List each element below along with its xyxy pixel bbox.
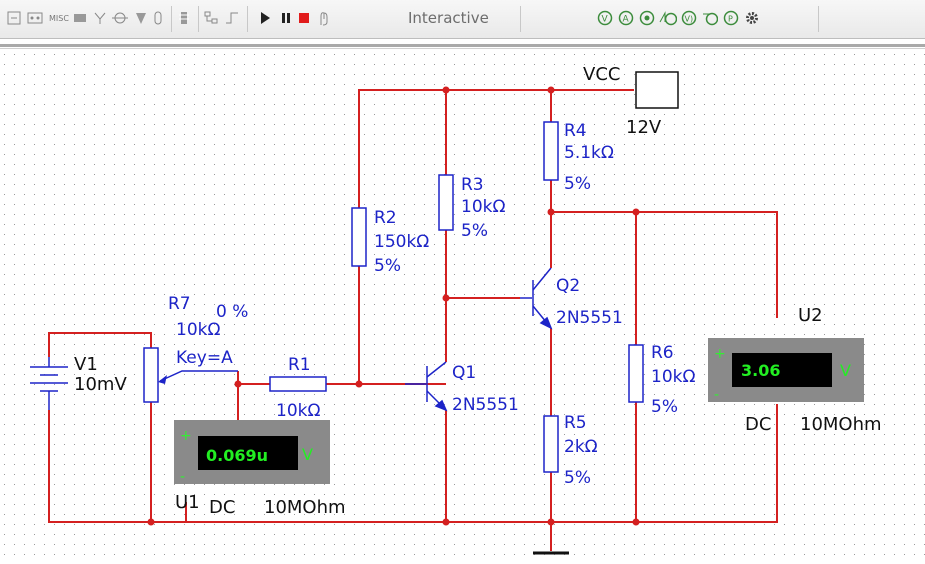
wattmeter-icon[interactable] [638,8,656,28]
r4-resistor[interactable] [543,121,559,181]
q1-label: Q1 [452,363,476,383]
r7-label: R7 [168,294,191,314]
svg-text:V: V [602,15,609,25]
interactive-icon [316,8,330,28]
r3-tolerance: 5% [461,221,488,241]
r5-resistor[interactable] [543,415,559,473]
transistor-icon[interactable] [133,8,149,28]
u2-multimeter[interactable]: 3.06 V + - [708,338,864,403]
r1-resistor[interactable] [269,376,327,392]
bus-icon[interactable] [177,8,191,28]
oscilloscope-icon[interactable] [659,8,677,28]
u1-impedance: 10MOhm [264,497,346,518]
r4-tolerance: 5% [564,174,591,194]
antenna-icon[interactable] [92,8,108,28]
q2-label: Q2 [556,276,580,296]
toolbar: MISC Interactive V A V) P [0,0,925,39]
capacitor-icon[interactable] [152,8,164,28]
u2-label: U2 [798,305,823,326]
u1-plus: + [180,428,192,444]
u2-plus: + [714,346,726,362]
u2-minus: - [714,387,719,403]
svg-text:A: A [623,15,630,25]
u2-mode: DC [745,414,771,435]
schematic-canvas[interactable]: VCC 12V V1 10mV R7 0 % 10kΩ Key=A R1 10k… [0,49,925,560]
svg-text:V): V) [685,15,694,24]
pause-button[interactable] [279,8,293,28]
component-bin-icon[interactable] [6,8,22,28]
r4-value: 5.1kΩ [564,143,614,163]
r1-value: 10kΩ [276,401,320,421]
r6-value: 10kΩ [651,367,695,387]
r7-value: 10kΩ [176,320,220,340]
r3-resistor[interactable] [438,174,454,231]
vcc-label: VCC [583,64,620,85]
misc-icon[interactable]: MISC [47,8,71,28]
voltmeter-icon[interactable]: V) [680,8,698,28]
r7-percent: 0 % [216,302,248,322]
r5-value: 2kΩ [564,437,598,457]
r3-label: R3 [461,175,484,195]
r4-label: R4 [564,121,587,141]
r6-tolerance: 5% [651,397,678,417]
indicator-icon[interactable] [72,8,88,28]
stop-button[interactable] [297,8,311,28]
r2-label: R2 [374,208,397,228]
r2-tolerance: 5% [374,256,401,276]
wire-icon[interactable] [224,8,240,28]
r6-resistor[interactable] [628,344,644,403]
frequency-icon[interactable]: P [722,8,740,28]
r3-value: 10kΩ [461,197,505,217]
r1-label: R1 [288,355,311,375]
v1-label: V1 [74,354,98,375]
r7-key: Key=A [176,348,233,368]
vcc-value: 12V [626,117,662,138]
probe-icon[interactable] [111,8,129,28]
ammeter-icon[interactable]: A [617,8,635,28]
connector-icon[interactable] [26,8,44,28]
v1-value: 10mV [74,374,127,395]
run-button[interactable] [258,8,272,28]
hierarchy-icon[interactable] [203,8,219,28]
u1-minus: - [180,469,185,485]
u2-reading: 3.06 [741,361,780,380]
misc-text: MISC [49,13,69,23]
q1-model: 2N5551 [452,395,519,415]
u1-label: U1 [175,492,200,513]
r2-resistor[interactable] [351,207,367,267]
u2-impedance: 10MOhm [800,414,882,435]
u1-multimeter[interactable]: 0.069u V + - [174,420,330,485]
u1-mode: DC [209,497,235,518]
interactive-label[interactable]: Interactive [408,9,489,27]
u1-unit: V [302,445,313,464]
multimeter-icon[interactable]: V [596,8,614,28]
q2-model: 2N5551 [556,308,623,328]
r6-label: R6 [651,343,674,363]
u2-unit: V [840,361,851,380]
r5-label: R5 [564,413,587,433]
u1-reading: 0.069u [206,446,268,465]
probe-tool-icon[interactable] [701,8,719,28]
svg-text:P: P [728,15,733,24]
r2-value: 150kΩ [374,232,429,252]
settings-gear-icon[interactable] [743,8,761,28]
r5-tolerance: 5% [564,468,591,488]
